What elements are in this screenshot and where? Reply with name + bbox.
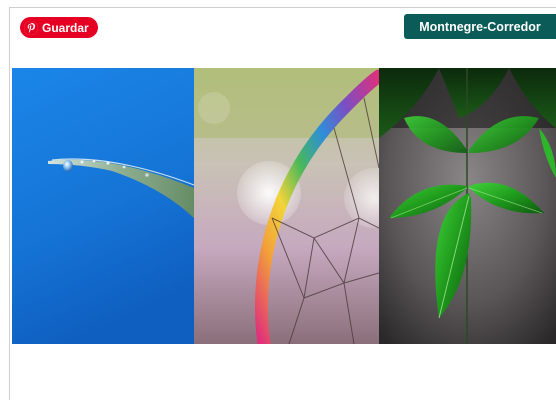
save-button[interactable]: Guardar (20, 17, 98, 38)
photo-dreamcatcher[interactable] (194, 68, 379, 344)
location-badge[interactable]: Montnegre-Corredor (404, 14, 556, 39)
pinterest-icon (24, 20, 38, 35)
photo-droplet[interactable] (12, 68, 194, 344)
photo-leaves[interactable] (379, 68, 556, 344)
location-label: Montnegre-Corredor (419, 19, 541, 34)
save-button-label: Guardar (42, 20, 89, 35)
photo-gallery (12, 68, 556, 344)
